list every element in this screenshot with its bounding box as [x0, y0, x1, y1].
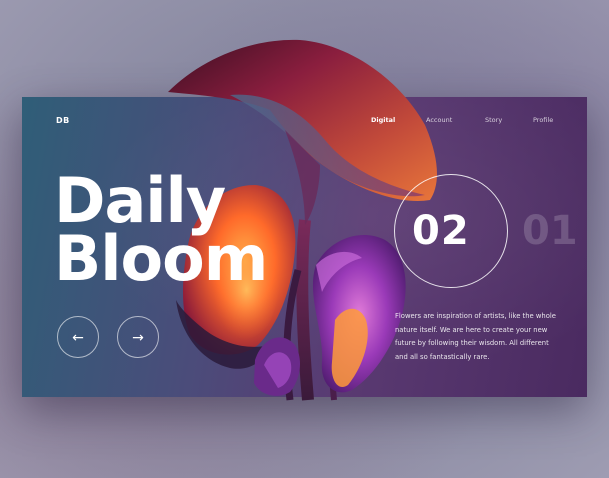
- description-line: Flowers are inspiration of artists, like…: [395, 312, 556, 320]
- arrow-left-icon: ←: [72, 330, 84, 346]
- nav-item-digital[interactable]: Digital: [371, 116, 395, 124]
- next-slide-number: 01: [522, 208, 578, 254]
- brand-logo[interactable]: DB: [56, 116, 70, 125]
- nav-item-story[interactable]: Story: [485, 116, 502, 124]
- nav-item-profile[interactable]: Profile: [533, 116, 553, 124]
- next-slide-button[interactable]: →: [117, 316, 159, 358]
- nav-item-account[interactable]: Account: [426, 116, 452, 124]
- description-line: future by following their wisdom. All di…: [395, 339, 549, 347]
- current-slide-number: 02: [412, 208, 470, 254]
- prev-slide-button[interactable]: ←: [57, 316, 99, 358]
- description-line: and all so fantastically rare.: [395, 352, 490, 361]
- arrow-right-icon: →: [132, 330, 144, 346]
- description-line: nature itself. We are here to create you…: [395, 325, 548, 334]
- hero-description: Flowers are inspiration of artists, like…: [395, 310, 565, 364]
- hero-title-line2: Bloom: [54, 222, 268, 295]
